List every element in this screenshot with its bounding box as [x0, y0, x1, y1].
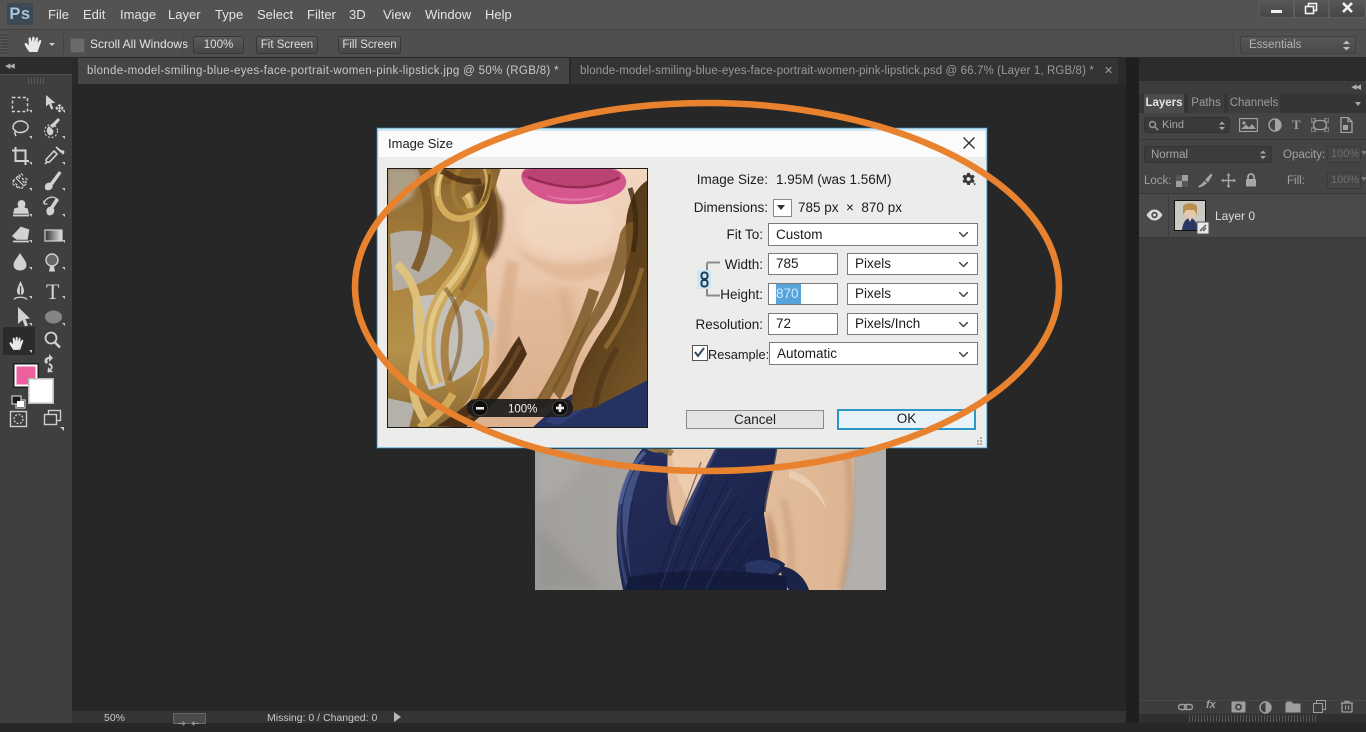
- svg-text:T: T: [46, 279, 60, 304]
- svg-text:100%: 100%: [508, 404, 537, 416]
